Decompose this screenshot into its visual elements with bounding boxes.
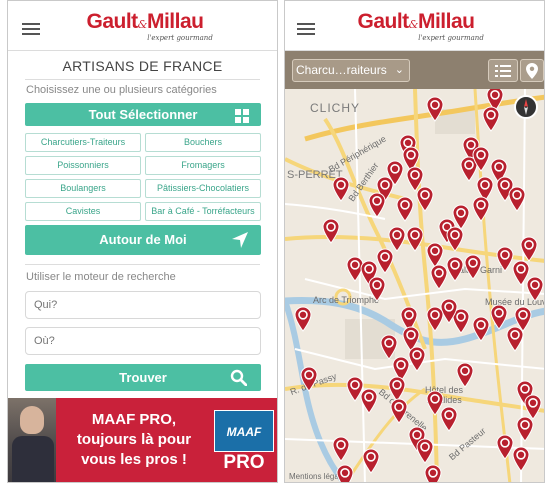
search-icon	[230, 369, 247, 386]
category-patissiers-chocolatiers[interactable]: Pâtissiers-Chocolatiers	[145, 179, 261, 198]
map-marker[interactable]	[408, 346, 426, 372]
map-marker[interactable]	[472, 146, 490, 172]
select-all-button[interactable]: Tout Sélectionner	[25, 103, 261, 126]
map-marker[interactable]	[390, 398, 408, 424]
grid-icon	[235, 109, 249, 123]
map-marker[interactable]	[430, 264, 448, 290]
map-marker[interactable]	[368, 276, 386, 302]
divider	[25, 79, 260, 80]
map-marker[interactable]	[440, 406, 458, 432]
categories-screen: Gault&Millau l'expert gourmand ARTISANS …	[7, 0, 278, 483]
who-input[interactable]	[25, 291, 261, 319]
map-marker[interactable]	[524, 394, 542, 420]
map-marker[interactable]	[520, 236, 538, 262]
map-marker[interactable]	[360, 388, 378, 414]
map-marker[interactable]	[300, 366, 318, 392]
category-bar-a-cafe[interactable]: Bar à Café - Torréfacteurs	[145, 202, 261, 221]
map-marker[interactable]	[446, 226, 464, 252]
map-view-button[interactable]	[520, 59, 544, 82]
map-toolbar: Charcu…raiteurs ⌄	[285, 51, 544, 89]
map-marker[interactable]	[396, 196, 414, 222]
where-input[interactable]	[25, 327, 261, 355]
map-marker[interactable]	[526, 276, 544, 302]
category-cavistes[interactable]: Cavistes	[25, 202, 141, 221]
ad-headline: MAAF PRO, toujours là pour vous les pros…	[76, 411, 192, 468]
location-arrow-icon	[232, 232, 248, 248]
map-marker[interactable]	[496, 434, 514, 460]
map-marker[interactable]	[380, 334, 398, 360]
category-fromagers[interactable]: Fromagers	[145, 156, 261, 175]
map-marker[interactable]	[336, 464, 354, 483]
category-boulangers[interactable]: Boulangers	[25, 179, 141, 198]
category-instructions: Choisissez une ou plusieurs catégories	[26, 84, 217, 96]
map-marker[interactable]	[376, 248, 394, 274]
category-poissonniers[interactable]: Poissonniers	[25, 156, 141, 175]
maaf-pro-ad-banner[interactable]: MAAF PRO, toujours là pour vous les pros…	[8, 398, 277, 482]
map-marker[interactable]	[464, 254, 482, 280]
map-marker[interactable]	[332, 436, 350, 462]
map-marker[interactable]	[456, 362, 474, 388]
paris-map[interactable]: CLICHY Bd Périphérique Bd Berthier S-PER…	[285, 89, 544, 483]
menu-icon[interactable]	[22, 23, 40, 35]
category-bouchers[interactable]: Bouchers	[145, 133, 261, 152]
map-marker[interactable]	[506, 326, 524, 352]
map-marker-icon	[526, 63, 538, 79]
ad-person-photo	[8, 398, 56, 482]
map-label-clichy: CLICHY	[310, 101, 361, 115]
gault-millau-logo: Gault&Millau l'expert gourmand	[357, 10, 484, 43]
map-marker[interactable]	[332, 176, 350, 202]
maaf-logo: MAAF PRO	[214, 410, 274, 474]
search-hint: Utiliser le moteur de recherche	[26, 271, 176, 283]
map-marker[interactable]	[426, 306, 444, 332]
list-view-button[interactable]	[488, 59, 518, 82]
app-header: Gault&Millau l'expert gourmand	[8, 1, 277, 51]
map-marker[interactable]	[426, 96, 444, 122]
list-icon	[495, 65, 511, 77]
menu-icon[interactable]	[297, 23, 315, 35]
category-select[interactable]: Charcu…raiteurs ⌄	[292, 59, 410, 82]
page-title: ARTISANS DE FRANCE	[62, 58, 223, 74]
map-marker[interactable]	[472, 196, 490, 222]
map-marker[interactable]	[416, 438, 434, 464]
divider	[25, 264, 260, 265]
map-marker[interactable]	[362, 448, 380, 474]
chevron-down-icon: ⌄	[394, 64, 404, 76]
app-header: Gault&Millau l'expert gourmand	[285, 1, 544, 51]
map-screen: Gault&Millau l'expert gourmand Charcu…ra…	[284, 0, 545, 483]
map-marker[interactable]	[368, 192, 386, 218]
gault-millau-logo: Gault&Millau l'expert gourmand	[86, 10, 213, 43]
map-marker[interactable]	[406, 226, 424, 252]
map-marker[interactable]	[482, 106, 500, 132]
map-marker[interactable]	[508, 186, 526, 212]
map-marker[interactable]	[446, 256, 464, 282]
map-marker[interactable]	[472, 316, 490, 342]
map-marker[interactable]	[416, 186, 434, 212]
compass-icon[interactable]	[514, 95, 538, 119]
map-marker[interactable]	[512, 446, 530, 472]
category-charcutiers-traiteurs[interactable]: Charcutiers-Traiteurs	[25, 133, 141, 152]
map-marker[interactable]	[322, 218, 340, 244]
nearby-button[interactable]: Autour de Moi	[25, 225, 261, 255]
find-button[interactable]: Trouver	[25, 364, 261, 391]
map-marker[interactable]	[294, 306, 312, 332]
map-marker[interactable]	[424, 464, 442, 483]
